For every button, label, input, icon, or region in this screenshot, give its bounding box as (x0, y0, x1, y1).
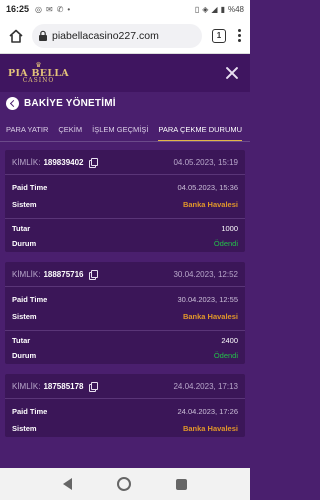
card-header: KİMLİK: 188875716 30.04.2023, 12:52 (5, 262, 245, 287)
status-bar: 16:25 ◎ ✉ ✆ • ▯ ◈ ◢ ▮ %48 (0, 0, 250, 18)
withdrawal-list[interactable]: KİMLİK: 189839402 04.05.2023, 15:19 Paid… (0, 150, 250, 468)
withdrawal-card: KİMLİK: 187585178 24.04.2023, 17:13 Paid… (5, 374, 245, 437)
balance-tabs: PARA YATIR ÇEKİM İŞLEM GEÇMİŞİ PARA ÇEKM… (0, 118, 250, 142)
browser-toolbar: piabellacasino227.com 1 (0, 18, 250, 54)
created-date: 30.04.2023, 12:52 (173, 269, 238, 279)
amount-row: Tutar 1000 (5, 218, 245, 235)
copy-icon[interactable] (88, 269, 98, 280)
system-label: Sistem (12, 312, 37, 321)
pia-bella-logo[interactable]: ♛ PIA BELLA CASINO (8, 61, 69, 85)
paid-time-value: 30.04.2023, 12:55 (177, 295, 238, 304)
vibrate-icon: ▯ (194, 4, 200, 14)
signal-icon: ◢ (211, 4, 218, 14)
message-icon: ✉ (46, 4, 53, 14)
withdrawal-card: KİMLİK: 189839402 04.05.2023, 15:19 Paid… (5, 150, 245, 252)
wifi-icon: ◈ (202, 4, 209, 14)
system-label: Sistem (12, 200, 37, 209)
paid-time-label: Paid Time (12, 183, 48, 192)
withdrawal-id: 189839402 (43, 157, 84, 167)
copy-icon[interactable] (88, 157, 98, 168)
system-value: Banka Havalesi (182, 424, 238, 433)
back-icon[interactable] (6, 96, 19, 110)
tab-para-cekme-durumu[interactable]: PARA ÇEKME DURUMU (158, 118, 242, 141)
whatsapp-icon: ✆ (56, 4, 64, 14)
amount-row: Tutar 2400 (5, 330, 245, 347)
nav-home-icon[interactable] (116, 477, 131, 491)
paid-time-row: Paid Time 04.05.2023, 15:36 (5, 179, 245, 196)
withdrawal-card: KİMLİK: 188875716 30.04.2023, 12:52 Paid… (5, 262, 245, 364)
close-icon[interactable] (222, 63, 242, 83)
created-date: 24.04.2023, 17:13 (173, 381, 238, 391)
kimlik-label: KİMLİK: (12, 269, 41, 279)
tab-para-yatir[interactable]: PARA YATIR (6, 118, 48, 141)
notification-icons: ◎ ✉ ✆ • (35, 5, 70, 14)
battery-icon: ▮ (220, 4, 225, 14)
nav-recents-icon[interactable] (176, 478, 188, 490)
created-date: 04.05.2023, 15:19 (173, 157, 238, 167)
amount-value: 2400 (221, 335, 238, 345)
amount-label: Tutar (12, 335, 31, 345)
status-row: Durum Ödendi (5, 235, 245, 252)
battery-level: %48 (227, 4, 244, 14)
tab-switcher-button[interactable]: 1 (212, 28, 226, 43)
system-row: Sistem Banka Havalesi (5, 196, 245, 213)
system-row: Sistem Banka Havalesi (5, 308, 245, 325)
amount-value: 1000 (221, 223, 238, 233)
instagram-icon: ◎ (35, 4, 43, 14)
system-value: Banka Havalesi (182, 312, 238, 321)
browser-home-button[interactable] (4, 24, 28, 48)
tab-cekim[interactable]: ÇEKİM (58, 118, 82, 141)
paid-time-row: Paid Time 24.04.2023, 17:26 (5, 403, 245, 420)
status-label: Durum (12, 239, 37, 248)
status-row: Durum Ödendi (5, 347, 245, 364)
status-time: 16:25 (6, 4, 30, 14)
status-system-icons: ▯ ◈ ◢ ▮ %48 (195, 5, 244, 14)
withdrawal-id: 188875716 (43, 269, 84, 279)
card-header: KİMLİK: 189839402 04.05.2023, 15:19 (5, 150, 245, 175)
paid-time-label: Paid Time (12, 407, 48, 416)
android-nav-bar (0, 468, 250, 500)
browser-menu-icon[interactable] (232, 29, 246, 42)
logo-sub-text: CASINO (22, 77, 55, 85)
system-label: Sistem (12, 424, 37, 433)
page-title-row: BAKİYE YÖNETİMİ (0, 92, 250, 114)
status-label: Durum (12, 351, 37, 360)
page-title: BAKİYE YÖNETİMİ (24, 97, 116, 109)
system-value: Banka Havalesi (182, 200, 238, 209)
nav-back-icon[interactable] (62, 478, 72, 490)
app-header: ♛ PIA BELLA CASINO (0, 54, 250, 92)
paid-time-value: 24.04.2023, 17:26 (177, 407, 238, 416)
status-value: Ödendi (213, 239, 238, 248)
system-row: Sistem Banka Havalesi (5, 420, 245, 437)
home-icon (9, 29, 23, 43)
paid-time-value: 04.05.2023, 15:36 (177, 183, 238, 192)
url-text: piabellacasino227.com (52, 29, 159, 42)
copy-icon[interactable] (88, 381, 98, 392)
status-value: Ödendi (213, 351, 238, 360)
amount-label: Tutar (12, 223, 31, 233)
more-notifications-icon: • (67, 4, 71, 14)
paid-time-label: Paid Time (12, 295, 48, 304)
kimlik-label: KİMLİK: (12, 381, 41, 391)
address-bar[interactable]: piabellacasino227.com (32, 23, 202, 48)
tab-islem-gecmisi[interactable]: İŞLEM GEÇMİŞİ (92, 118, 148, 141)
paid-time-row: Paid Time 30.04.2023, 12:55 (5, 291, 245, 308)
lock-icon (39, 30, 47, 41)
card-header: KİMLİK: 187585178 24.04.2023, 17:13 (5, 374, 245, 399)
withdrawal-id: 187585178 (43, 381, 84, 391)
kimlik-label: KİMLİK: (12, 157, 41, 167)
